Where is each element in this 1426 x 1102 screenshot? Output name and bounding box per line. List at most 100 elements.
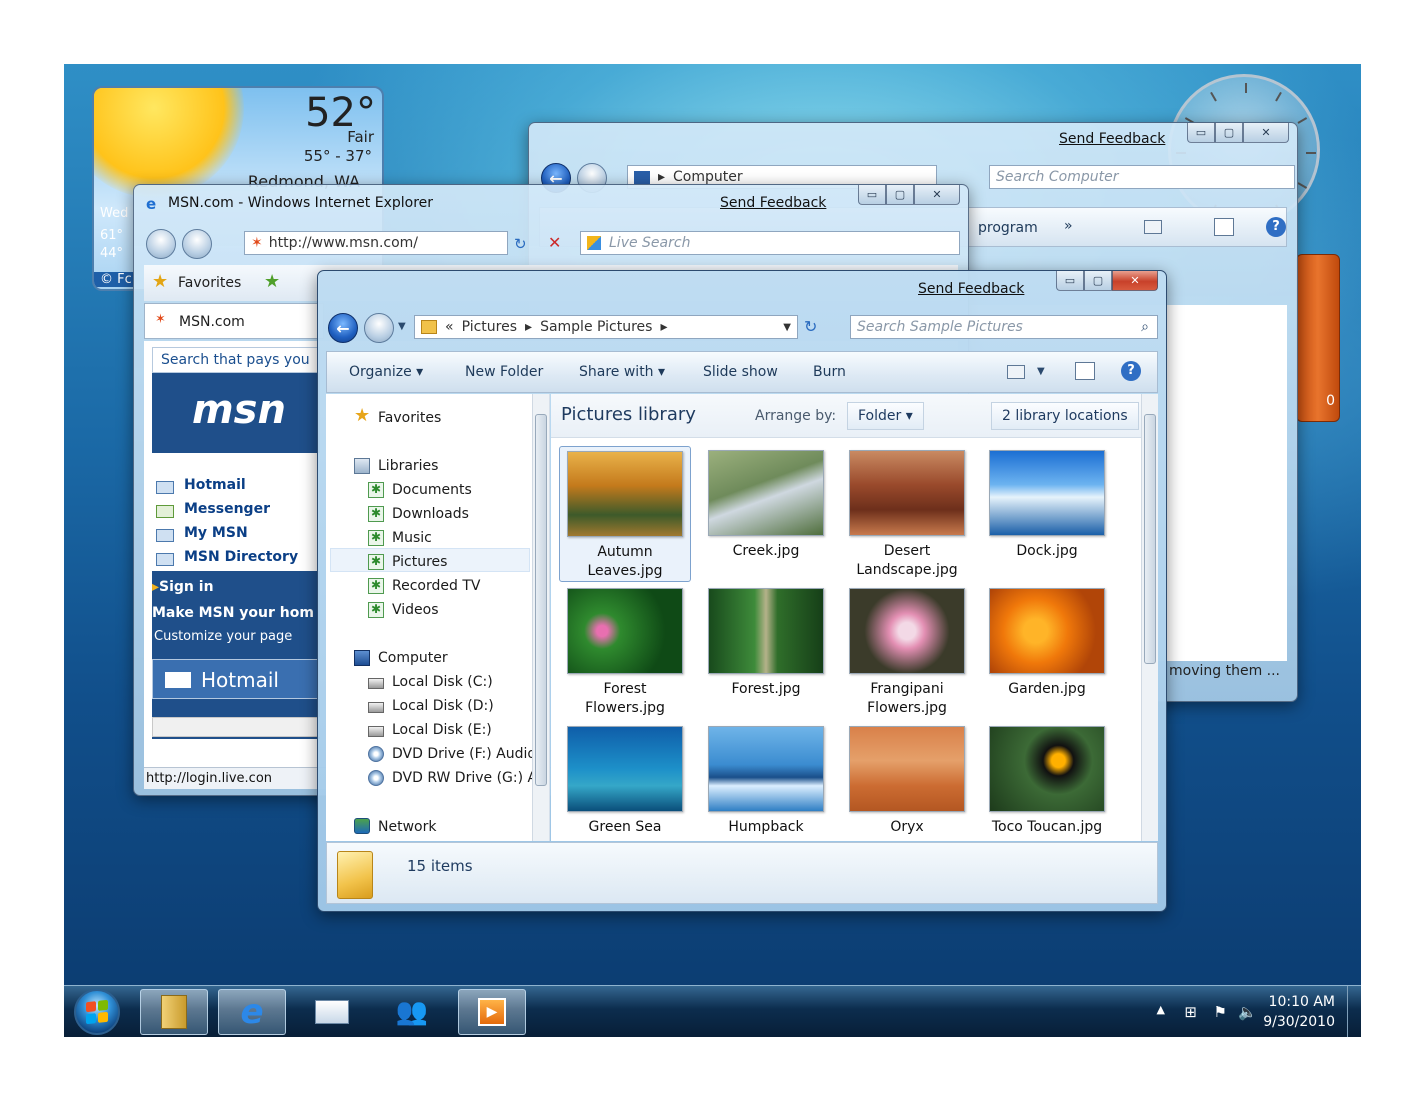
thumbnail-item[interactable]: Oryx — [841, 722, 973, 837]
thumbnail-item[interactable]: Autumn Leaves.jpg — [559, 446, 691, 582]
nav-libraries[interactable]: Libraries — [378, 458, 438, 474]
content-scrollbar-thumb[interactable] — [1144, 414, 1156, 664]
taskbar-mail-button[interactable] — [298, 989, 366, 1035]
start-button[interactable] — [74, 989, 120, 1035]
help-icon[interactable]: ? — [1121, 361, 1141, 381]
arrange-by-dropdown[interactable]: Folder ▾ — [847, 402, 924, 430]
change-view-icon[interactable] — [1007, 365, 1025, 379]
thumbnail-item[interactable]: Green Sea — [559, 722, 691, 837]
ie-search-input[interactable]: Live Search — [580, 231, 960, 255]
thumbnail-item[interactable]: Creek.jpg — [700, 446, 832, 561]
toolbar-more[interactable]: » — [1064, 218, 1073, 234]
taskbar-media-button[interactable]: ▶ — [458, 989, 526, 1035]
pictures-forward-button[interactable] — [364, 313, 394, 343]
thumbnail-item[interactable]: Forest Flowers.jpg — [559, 584, 691, 718]
views-icon[interactable] — [1144, 220, 1162, 234]
show-hidden-icons[interactable]: ▲ — [1157, 1003, 1165, 1016]
pictures-maximize-button[interactable]: ▢ — [1084, 271, 1112, 291]
recent-pages-icon[interactable]: ▼ — [398, 321, 406, 332]
new-folder-button[interactable]: New Folder — [465, 364, 543, 380]
nav-recorded-tv[interactable]: Recorded TV — [392, 578, 480, 594]
preview-pane-icon[interactable] — [1075, 362, 1095, 380]
msn-search-strip[interactable]: Search that pays you — [152, 347, 320, 373]
thumbnail-item[interactable]: Dock.jpg — [981, 446, 1113, 561]
nav-favorites[interactable]: Favorites — [378, 410, 441, 426]
toolbar-fragment[interactable]: program — [978, 220, 1038, 236]
refresh-icon[interactable]: ↻ — [514, 235, 527, 253]
search-input[interactable]: Search Computer — [989, 165, 1295, 189]
burn-button[interactable]: Burn — [813, 364, 846, 380]
pictures-send-feedback-link[interactable]: Send Feedback — [918, 281, 1024, 297]
stop-icon[interactable]: ✕ — [548, 233, 561, 252]
pictures-refresh-icon[interactable]: ↻ — [804, 317, 817, 336]
preview-pane-icon[interactable] — [1214, 218, 1234, 236]
nav-drive-e[interactable]: Local Disk (E:) — [392, 722, 492, 738]
ie-minimize-button[interactable]: ▭ — [858, 185, 886, 205]
ie-close-button[interactable]: ✕ — [914, 185, 960, 205]
taskbar-messenger-button[interactable]: 👥 — [378, 989, 446, 1035]
nav-drive-f[interactable]: DVD Drive (F:) Audio — [392, 746, 536, 762]
ie-send-feedback-link[interactable]: Send Feedback — [720, 195, 826, 211]
content-scrollbar[interactable] — [1141, 394, 1158, 841]
ie-hscroll[interactable] — [152, 717, 320, 737]
show-desktop-button[interactable] — [1347, 986, 1361, 1037]
nav-drive-g[interactable]: DVD RW Drive (G:) A — [392, 770, 537, 786]
pictures-window[interactable]: Send Feedback ▭ ▢ ✕ ← ▼ « Pictures ▸ Sam… — [317, 270, 1167, 912]
nav-downloads[interactable]: Downloads — [392, 506, 469, 522]
nav-videos[interactable]: Videos — [392, 602, 439, 618]
add-favorite-icon[interactable]: ★ — [264, 271, 280, 292]
ie-maximize-button[interactable]: ▢ — [886, 185, 914, 205]
address-dropdown-icon[interactable]: ▼ — [783, 322, 791, 333]
maximize-button[interactable]: ▢ — [1215, 123, 1243, 143]
nav-network[interactable]: Network — [378, 819, 436, 835]
nav-computer[interactable]: Computer — [378, 650, 448, 666]
nav-pictures[interactable]: Pictures — [392, 554, 447, 570]
library-locations-button[interactable]: 2 library locations — [991, 402, 1139, 430]
msn-link-directory[interactable]: MSN Directory — [184, 549, 298, 565]
nav-music[interactable]: Music — [392, 530, 432, 546]
thumbnail-item[interactable]: Desert Landscape.jpg — [841, 446, 973, 580]
organize-button[interactable]: Organize ▾ — [349, 364, 423, 380]
network-tray-icon[interactable]: ⊞ — [1184, 1003, 1197, 1021]
taskbar-ie-button[interactable]: e — [218, 989, 286, 1035]
thumbnail-item[interactable]: Frangipani Flowers.jpg — [841, 584, 973, 718]
pictures-minimize-button[interactable]: ▭ — [1056, 271, 1084, 291]
pictures-search-input[interactable]: Search Sample Pictures ⌕ — [850, 315, 1158, 339]
msn-make-home[interactable]: Make MSN your hom — [152, 605, 314, 621]
ie-forward-button[interactable] — [182, 229, 212, 259]
msn-link-hotmail[interactable]: Hotmail — [184, 477, 246, 493]
thumbnail-item[interactable]: Forest.jpg — [700, 584, 832, 699]
pictures-close-button[interactable]: ✕ — [1112, 271, 1158, 291]
msn-link-my-msn[interactable]: My MSN — [184, 525, 248, 541]
action-center-icon[interactable]: ⚑ — [1214, 1003, 1227, 1021]
volume-icon[interactable]: 🔈 — [1238, 1003, 1257, 1021]
view-dropdown-icon[interactable]: ▼ — [1037, 366, 1045, 377]
ie-tab[interactable]: ✶ MSN.com — [144, 303, 324, 339]
nav-drive-c[interactable]: Local Disk (C:) — [392, 674, 493, 690]
thumbnail-item[interactable]: Garden.jpg — [981, 584, 1113, 699]
ie-back-button[interactable] — [146, 229, 176, 259]
ie-favorites-label[interactable]: Favorites — [178, 275, 241, 291]
msn-sign-in[interactable]: ▸Sign in — [152, 579, 214, 595]
nav-documents[interactable]: Documents — [392, 482, 472, 498]
minimize-button[interactable]: ▭ — [1187, 123, 1215, 143]
ie-address-bar[interactable]: ✶ http://www.msn.com/ — [244, 231, 508, 255]
thumbnail-item[interactable]: Humpback — [700, 722, 832, 837]
breadcrumb-sample-pictures[interactable]: Sample Pictures — [540, 319, 652, 335]
pictures-address-bar[interactable]: « Pictures ▸ Sample Pictures ▸ ▼ — [414, 315, 798, 339]
breadcrumb-pictures[interactable]: Pictures — [462, 319, 517, 335]
help-icon[interactable]: ? — [1266, 217, 1286, 237]
msn-link-messenger[interactable]: Messenger — [184, 501, 270, 517]
nav-scrollbar-thumb[interactable] — [535, 414, 547, 786]
taskbar-explorer-button[interactable] — [140, 989, 208, 1035]
thumbnail-item[interactable]: Toco Toucan.jpg — [981, 722, 1113, 837]
nav-drive-d[interactable]: Local Disk (D:) — [392, 698, 494, 714]
slide-show-button[interactable]: Slide show — [703, 364, 778, 380]
orange-gadget[interactable]: 0 — [1296, 254, 1340, 422]
close-button[interactable]: ✕ — [1243, 123, 1289, 143]
msn-logo[interactable]: msn — [192, 387, 286, 433]
hotmail-banner[interactable]: Hotmail — [152, 659, 320, 699]
clock-tray[interactable]: 10:10 AM 9/30/2010 — [1263, 992, 1335, 1032]
send-feedback-link[interactable]: Send Feedback — [1059, 131, 1165, 147]
nav-scrollbar[interactable] — [532, 394, 549, 841]
